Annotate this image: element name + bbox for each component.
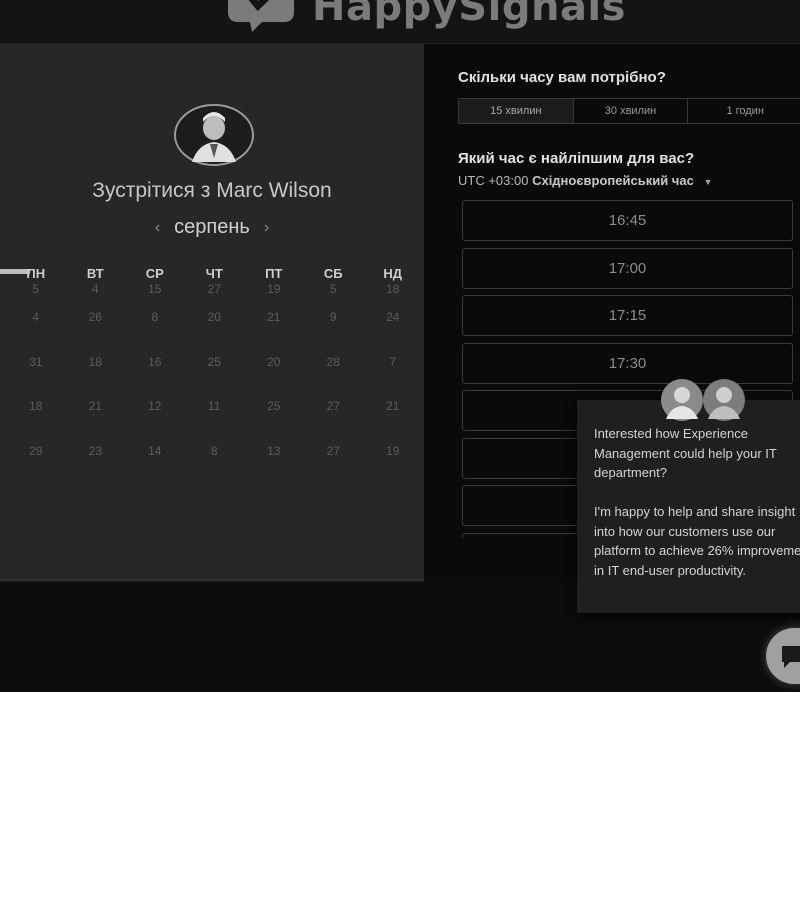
time-slot[interactable]: 16:45: [462, 200, 793, 241]
calendar-day[interactable]: 15: [125, 282, 185, 310]
calendar-day[interactable]: 28: [304, 355, 364, 400]
weekday-sun: НД: [383, 266, 403, 281]
calendar-day[interactable]: 11: [185, 399, 245, 444]
weekday-tue: ВТ: [86, 266, 104, 281]
next-month-button[interactable]: ›: [264, 219, 269, 237]
calendar-day[interactable]: 21: [66, 399, 126, 444]
calendar-day[interactable]: 5: [6, 282, 66, 310]
calendar-day[interactable]: 25: [244, 399, 304, 444]
duration-option-60[interactable]: 1 годин: [688, 99, 800, 123]
previous-month-button[interactable]: ‹: [155, 219, 160, 237]
chat-bubble-icon: [228, 0, 294, 32]
calendar-day[interactable]: 20: [185, 310, 245, 355]
caret-down-icon: ▼: [703, 177, 713, 187]
calendar-day[interactable]: 21: [244, 310, 304, 355]
calendar-day[interactable]: 27: [304, 444, 364, 489]
weekday-wed: СР: [145, 266, 164, 281]
time-slot[interactable]: 17:00: [462, 247, 793, 289]
logo[interactable]: HappySignals: [222, 0, 626, 32]
calendar-day[interactable]: 19: [363, 444, 423, 489]
weekday-fri: ПТ: [265, 266, 283, 281]
calendar-day[interactable]: 21: [363, 399, 423, 444]
calendar-day[interactable]: 14: [125, 444, 185, 489]
calendar-day[interactable]: 18: [363, 282, 423, 310]
calendar-day[interactable]: 19: [244, 282, 304, 310]
calendar-day[interactable]: 24: [363, 310, 423, 355]
weekday-thu: ЧТ: [205, 266, 223, 281]
header: HappySignals: [0, 0, 800, 44]
host-avatar: [174, 104, 254, 166]
calendar-grid: ПН ВТ СР ЧТ ПТ СБ НД 5 4 15 27 19 5 18 4…: [6, 266, 418, 488]
duration-selector: 15 хвилин 30 хвилин 1 годин: [458, 98, 800, 124]
weekday-sat: СБ: [323, 266, 343, 281]
empty-area: [0, 692, 800, 900]
calendar-day[interactable]: 27: [304, 399, 364, 444]
calendar-panel: Зустрітися з Marc Wilson ‹ серпень › ПН …: [0, 44, 424, 579]
timezone-offset: UTC +03:00: [458, 173, 529, 188]
time-slot[interactable]: 17:15: [462, 295, 793, 336]
calendar-day[interactable]: 12: [125, 399, 185, 444]
calendar-day[interactable]: 7: [363, 355, 423, 400]
calendar-day[interactable]: 4: [66, 282, 126, 310]
calendar-day[interactable]: 31: [6, 355, 66, 400]
timezone-name: Східноєвропейський час: [532, 173, 694, 188]
calendar-day[interactable]: 8: [185, 444, 245, 489]
duration-option-15[interactable]: 15 хвилин: [459, 99, 574, 123]
calendar-day[interactable]: 26: [66, 310, 126, 355]
timezone-selector[interactable]: UTC +03:00 Східноєвропейський час ▼: [458, 173, 712, 188]
calendar-day[interactable]: 16: [125, 355, 185, 400]
calendar-day[interactable]: 25: [185, 355, 245, 400]
time-question: Який час є найліпшим для вас?: [458, 150, 695, 167]
calendar-day[interactable]: 8: [125, 310, 185, 355]
logo-text: HappySignals: [312, 0, 626, 30]
month-label: серпень: [174, 216, 250, 238]
chat-icon: [782, 646, 800, 668]
calendar-day[interactable]: 9: [304, 310, 364, 355]
meeting-title: Зустрітися з Marc Wilson: [92, 179, 332, 202]
month-navigation: ‹ серпень ›: [0, 216, 424, 239]
calendar-day[interactable]: 23: [66, 444, 126, 489]
duration-question: Скільки часу вам потрібно?: [458, 69, 666, 86]
app-screen: HappySignals Зустрітися з Marc Wilson ‹ …: [0, 0, 800, 692]
chat-agents-avatars: [661, 379, 745, 421]
calendar-day[interactable]: 29: [6, 444, 66, 489]
calendar-day[interactable]: 20: [244, 355, 304, 400]
calendar-day[interactable]: 13: [244, 444, 304, 489]
calendar-day[interactable]: 18: [6, 399, 66, 444]
time-slot[interactable]: 17:30: [462, 342, 793, 384]
calendar-day[interactable]: 18: [66, 355, 126, 400]
calendar-day[interactable]: 4: [6, 310, 66, 355]
weekday-mon: ПН: [26, 266, 46, 281]
chat-message: Interested how Experience Management cou…: [594, 426, 800, 578]
calendar-day[interactable]: 5: [304, 282, 364, 310]
duration-option-30[interactable]: 30 хвилин: [574, 99, 689, 123]
chat-popup[interactable]: Interested how Experience Management cou…: [577, 400, 800, 613]
calendar-day[interactable]: 27: [185, 282, 245, 310]
